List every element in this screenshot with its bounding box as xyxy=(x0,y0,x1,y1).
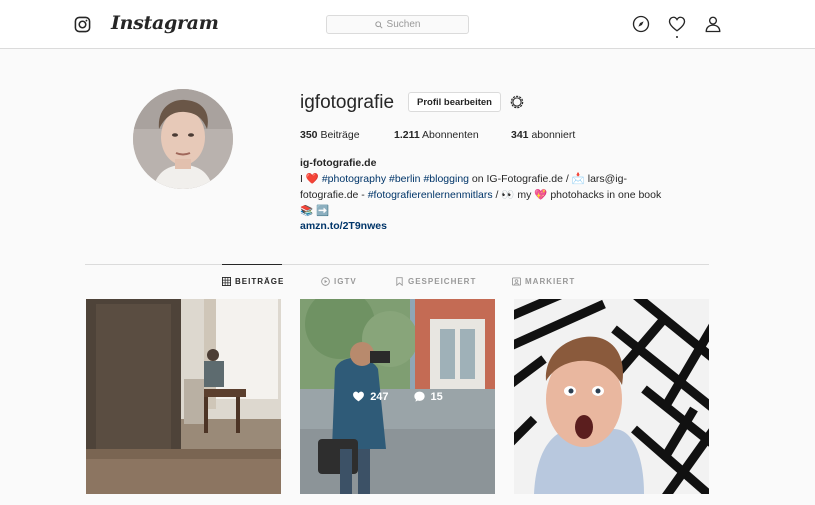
tab-igtv-label: IGTV xyxy=(334,277,357,286)
comment-count: 15 xyxy=(413,390,443,403)
tab-tagged[interactable]: MARKIERT xyxy=(512,277,575,286)
post-thumbnail[interactable] xyxy=(86,299,281,494)
profile-username: igfotografie xyxy=(300,92,395,113)
bio-text: / xyxy=(495,189,499,201)
followers-count: 1.211 xyxy=(394,129,420,141)
following-label: abonniert xyxy=(531,129,576,141)
avatar[interactable] xyxy=(133,89,233,189)
bio-email: lars@ig- xyxy=(587,173,627,185)
tab-posts[interactable]: BEITRÄGE xyxy=(222,277,284,286)
followers-stat[interactable]: 1.211 Abonnenten xyxy=(394,129,479,141)
bio-text: I xyxy=(300,173,303,185)
instagram-wordmark[interactable]: Instagram xyxy=(111,12,219,34)
books-emoji: 📚 xyxy=(300,205,314,217)
igtv-icon xyxy=(321,277,330,286)
arrow-emoji: ➡️ xyxy=(316,205,330,217)
compass-icon[interactable] xyxy=(632,15,650,33)
posts-stat: 350 Beiträge xyxy=(300,129,360,141)
hashtag-berlin[interactable]: #berlin xyxy=(389,173,421,185)
heart-icon xyxy=(353,391,365,402)
tab-igtv[interactable]: IGTV xyxy=(321,277,357,286)
tab-saved-label: GESPEICHERT xyxy=(408,277,477,286)
hashtag-lernen[interactable]: #fotografierenlernenmitlars xyxy=(368,189,493,201)
bio-text: photohacks in one book xyxy=(550,189,662,201)
eyes-emoji: 👀 xyxy=(501,189,515,201)
tab-active-indicator xyxy=(222,264,282,265)
posts-label: Beiträge xyxy=(320,129,360,141)
bookmark-icon xyxy=(396,277,403,286)
post-image xyxy=(514,299,709,494)
activity-dot xyxy=(676,36,678,38)
following-stat[interactable]: 341 abonniert xyxy=(511,129,575,141)
gear-icon[interactable] xyxy=(509,94,525,110)
heart-icon[interactable] xyxy=(668,15,686,33)
hashtag-photography[interactable]: #photography xyxy=(322,173,386,185)
profile-website-link[interactable]: amzn.to/2T9nwes xyxy=(300,220,387,232)
comment-count-value: 15 xyxy=(430,390,443,403)
post-thumbnail[interactable]: 247 15 xyxy=(300,299,495,494)
search-input[interactable]: Suchen xyxy=(326,15,469,34)
like-count: 247 xyxy=(352,390,389,403)
comment-icon xyxy=(413,391,425,402)
bio-email: fotografie.de - xyxy=(300,189,365,201)
followers-label: Abonnenten xyxy=(422,129,479,141)
tagged-icon xyxy=(512,277,521,286)
edit-profile-button[interactable]: Profil bearbeiten xyxy=(408,92,501,112)
user-icon[interactable] xyxy=(704,15,722,33)
tab-saved[interactable]: GESPEICHERT xyxy=(395,277,476,286)
avatar-photo xyxy=(133,89,233,189)
following-count: 341 xyxy=(511,129,529,141)
like-count-value: 247 xyxy=(370,390,389,403)
bio-text: my xyxy=(517,189,532,201)
instagram-glyph-icon[interactable] xyxy=(74,16,91,33)
posts-count: 350 xyxy=(300,129,318,141)
bio-text: on IG-Fotografie.de / xyxy=(471,173,569,185)
mail-emoji: 📩 xyxy=(571,173,585,185)
tab-tagged-label: MARKIERT xyxy=(525,277,576,286)
hashtag-blogging[interactable]: #blogging xyxy=(423,173,469,185)
grid-icon xyxy=(222,277,231,286)
search-placeholder: Suchen xyxy=(386,19,421,30)
post-stats-overlay: 247 15 xyxy=(300,299,495,494)
red-heart-emoji: ❤️ xyxy=(305,173,319,185)
profile-full-name: ig-fotografie.de xyxy=(300,157,377,169)
profile-bio: I ❤️ #photography #berlin #blogging on I… xyxy=(300,171,710,219)
top-nav: Instagram Suchen xyxy=(0,0,815,49)
post-image xyxy=(86,299,281,494)
search-icon xyxy=(374,20,383,29)
pink-heart-emoji: 💖 xyxy=(534,189,548,201)
tab-posts-label: BEITRÄGE xyxy=(235,277,285,286)
tabs-divider xyxy=(85,264,709,265)
post-thumbnail[interactable] xyxy=(514,299,709,494)
